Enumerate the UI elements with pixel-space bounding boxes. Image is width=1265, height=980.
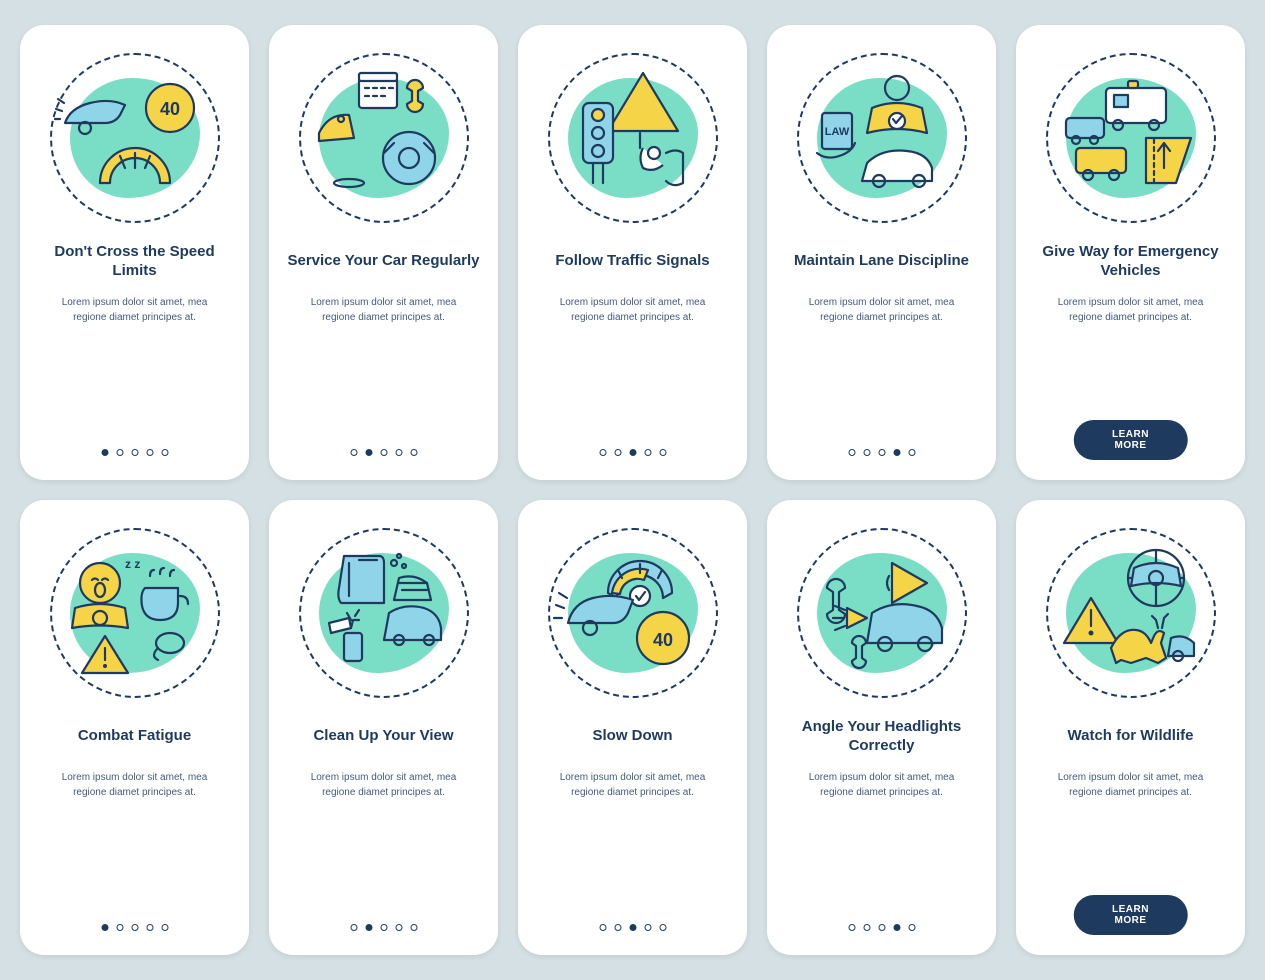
card-description: Lorem ipsum dolor sit amet, mea regione … [536, 770, 729, 800]
lane-discipline-icon: LAW [797, 53, 967, 223]
pagination-dots[interactable] [350, 924, 417, 931]
wildlife-icon [1046, 528, 1216, 698]
card-description: Lorem ipsum dolor sit amet, mea regione … [38, 295, 231, 325]
emergency-vehicles-icon [1046, 53, 1216, 223]
card-title: Clean Up Your View [313, 716, 453, 756]
card-title: Maintain Lane Discipline [794, 241, 969, 281]
headlights-icon [797, 528, 967, 698]
combat-fatigue-icon: z z [50, 528, 220, 698]
pagination-dots[interactable] [848, 924, 915, 931]
card-title: Service Your Car Regularly [287, 241, 479, 281]
pagination-dots[interactable] [599, 924, 666, 931]
card-title: Give Way for Emergency Vehicles [1034, 241, 1227, 281]
card-title: Angle Your Headlights Correctly [785, 716, 978, 756]
card-description: Lorem ipsum dolor sit amet, mea regione … [785, 770, 978, 800]
car-service-icon [299, 53, 469, 223]
pagination-dots[interactable] [350, 449, 417, 456]
traffic-signals-icon [548, 53, 718, 223]
speed-limit-icon: 40 [50, 53, 220, 223]
svg-text:40: 40 [652, 630, 672, 650]
pagination-dots[interactable] [599, 449, 666, 456]
pagination-dots[interactable] [848, 449, 915, 456]
pagination-dots[interactable] [101, 449, 168, 456]
onboarding-card: Watch for Wildlife Lorem ipsum dolor sit… [1016, 500, 1245, 955]
learn-more-button[interactable]: LEARN MORE [1073, 895, 1188, 935]
card-title: Follow Traffic Signals [555, 241, 709, 281]
card-description: Lorem ipsum dolor sit amet, mea regione … [38, 770, 231, 800]
card-title: Combat Fatigue [78, 716, 191, 756]
card-title: Don't Cross the Speed Limits [38, 241, 231, 281]
card-title: Watch for Wildlife [1068, 716, 1194, 756]
onboarding-card: Service Your Car Regularly Lorem ipsum d… [269, 25, 498, 480]
card-description: Lorem ipsum dolor sit amet, mea regione … [1034, 295, 1227, 325]
onboarding-card: z z Combat Fatigue Lorem ipsum dolor sit… [20, 500, 249, 955]
svg-text:40: 40 [159, 99, 179, 119]
card-title: Slow Down [593, 716, 673, 756]
card-description: Lorem ipsum dolor sit amet, mea regione … [287, 770, 480, 800]
card-description: Lorem ipsum dolor sit amet, mea regione … [536, 295, 729, 325]
card-grid: 40 Don't Cross the Speed Limits Lorem ip… [20, 25, 1245, 955]
onboarding-card: Follow Traffic Signals Lorem ipsum dolor… [518, 25, 747, 480]
onboarding-card: 40 Slow Down Lorem ipsum dolor sit amet,… [518, 500, 747, 955]
onboarding-card: LAW Maintain Lane Discipline Lorem ipsum… [767, 25, 996, 480]
svg-text:z z: z z [125, 557, 140, 571]
learn-more-button[interactable]: LEARN MORE [1073, 420, 1188, 460]
clean-view-icon [299, 528, 469, 698]
onboarding-card: 40 Don't Cross the Speed Limits Lorem ip… [20, 25, 249, 480]
pagination-dots[interactable] [101, 924, 168, 931]
card-description: Lorem ipsum dolor sit amet, mea regione … [287, 295, 480, 325]
onboarding-card: Clean Up Your View Lorem ipsum dolor sit… [269, 500, 498, 955]
slow-down-icon: 40 [548, 528, 718, 698]
onboarding-card: Give Way for Emergency Vehicles Lorem ip… [1016, 25, 1245, 480]
onboarding-card: Angle Your Headlights Correctly Lorem ip… [767, 500, 996, 955]
card-description: Lorem ipsum dolor sit amet, mea regione … [1034, 770, 1227, 800]
card-description: Lorem ipsum dolor sit amet, mea regione … [785, 295, 978, 325]
svg-text:LAW: LAW [824, 126, 849, 138]
